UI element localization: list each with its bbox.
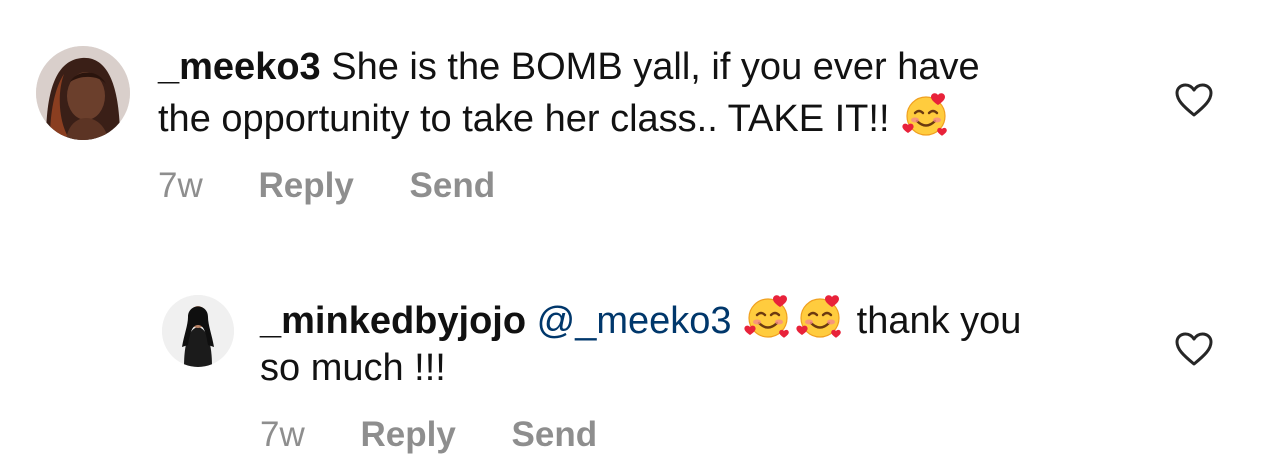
comment-username[interactable]: _minkedbyjojo [260, 300, 526, 342]
reply-button[interactable]: Reply [360, 415, 455, 455]
comment-text: She is the BOMB yall, if you ever have [320, 46, 980, 88]
comment-text: thank you [856, 300, 1022, 342]
mention-link[interactable]: @_meeko3 [537, 300, 732, 342]
comment-actions: 7w Reply Send [260, 415, 597, 455]
avatar[interactable] [162, 295, 234, 367]
smiling-face-with-hearts-icon [902, 91, 950, 139]
send-button[interactable]: Send [410, 166, 496, 206]
comment-actions: 7w Reply Send [158, 166, 495, 206]
comment-reply: _minkedbyjojo @_meeko3 thank you so much… [0, 230, 1283, 473]
smiling-face-with-hearts-icon [744, 293, 792, 341]
heart-outline-icon[interactable] [1174, 82, 1214, 118]
comment-timestamp: 7w [158, 166, 203, 205]
reply-button[interactable]: Reply [258, 166, 353, 206]
comment-text: the opportunity to take her class.. TAKE… [158, 98, 890, 140]
heart-outline-icon[interactable] [1174, 331, 1214, 367]
comment-username[interactable]: _meeko3 [158, 46, 321, 88]
comments-thread: _meeko3 She is the BOMB yall, if you eve… [0, 0, 1283, 473]
send-button[interactable]: Send [512, 415, 598, 455]
comment-text: so much !!! [260, 347, 446, 389]
comment-body: _meeko3 She is the BOMB yall, if you eve… [158, 44, 1158, 143]
comment-timestamp: 7w [260, 415, 305, 454]
comment-body: _minkedbyjojo @_meeko3 thank you so much… [260, 293, 1160, 392]
comment: _meeko3 She is the BOMB yall, if you eve… [0, 0, 1283, 230]
smiling-face-with-hearts-icon [796, 293, 844, 341]
avatar[interactable] [36, 46, 130, 140]
